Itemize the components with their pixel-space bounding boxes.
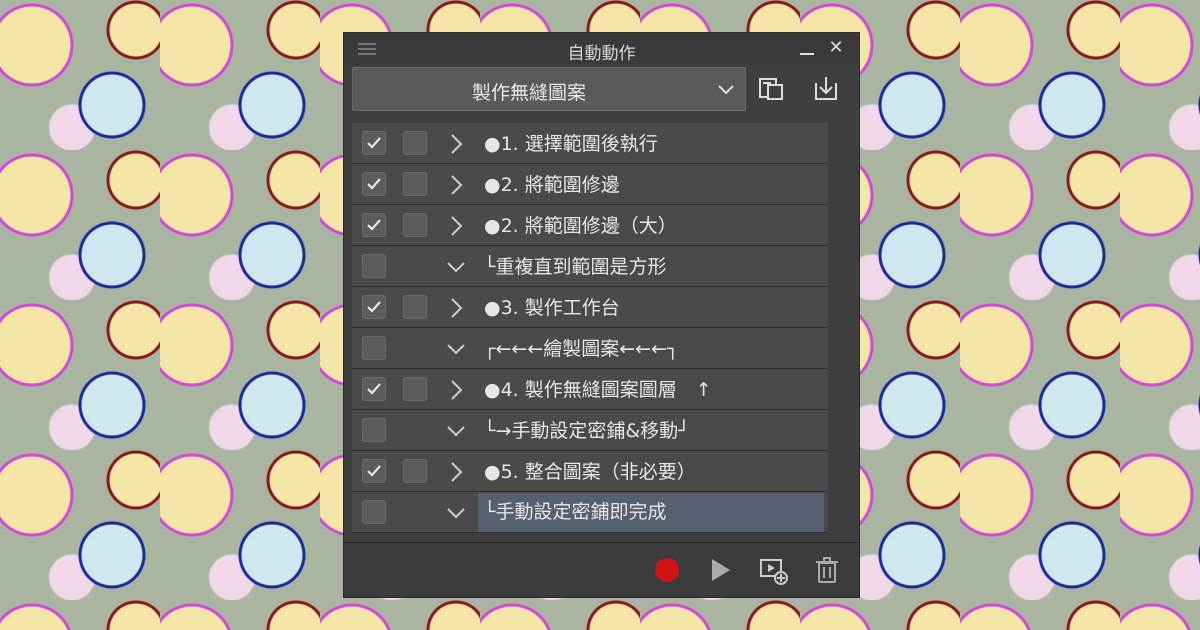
enable-checkbox[interactable] [362, 131, 386, 155]
action-row[interactable]: ●4. 製作無縫圖案圖層 ↑ [352, 369, 828, 410]
duplicate-set-icon [759, 78, 783, 100]
chevron-down-icon[interactable] [444, 419, 468, 443]
play-icon [712, 559, 730, 581]
enable-checkbox[interactable] [362, 172, 386, 196]
action-set-dropdown[interactable]: 製作無縫圖案 [352, 67, 746, 111]
dialog-toggle-checkbox[interactable] [403, 172, 427, 196]
chevron-down-icon [718, 85, 734, 95]
chevron-right-icon[interactable] [444, 378, 468, 402]
record-icon [655, 558, 679, 582]
action-label: └手動設定密鋪即完成 [478, 493, 824, 532]
action-label: ●2. 將範圍修邊 [484, 174, 620, 196]
checkmark-icon [367, 465, 381, 477]
add-action-icon [760, 559, 788, 585]
chevron-right-icon[interactable] [444, 173, 468, 197]
action-set-selected: 製作無縫圖案 [471, 82, 586, 104]
enable-checkbox[interactable] [362, 459, 386, 483]
trash-icon [816, 557, 838, 583]
chevron-right-icon[interactable] [444, 296, 468, 320]
action-label: ●4. 製作無縫圖案圖層 ↑ [484, 379, 712, 401]
chevron-right-icon[interactable] [444, 132, 468, 156]
import-icon [815, 77, 837, 100]
action-row[interactable]: ┌←←←繪製圖案←←←┐ [352, 328, 828, 369]
action-row[interactable]: ●2. 將範圍修邊（大） [352, 205, 828, 246]
action-row[interactable]: ●3. 製作工作台 [352, 287, 828, 328]
import-button[interactable] [810, 73, 842, 105]
action-row[interactable]: ●2. 將範圍修邊 [352, 164, 828, 205]
action-row[interactable]: └重複直到範圍是方形 [352, 246, 828, 287]
play-button[interactable] [706, 555, 736, 585]
action-list: ●1. 選擇範圍後執行 ●2. 將範圍修邊 ●2. 將範圍修邊（大） └重複直到範圍是… [352, 123, 828, 533]
add-action-button[interactable] [758, 555, 788, 585]
auto-action-panel: 自動動作 ✕ 製作無縫圖案 ●1. 選擇範圍後執行 ●2. 將範圍修邊 ●2. 將範… [343, 32, 860, 598]
dialog-toggle-checkbox[interactable] [403, 295, 427, 319]
action-row[interactable]: └→手動設定密鋪&移動┘ [352, 410, 828, 451]
chevron-down-icon[interactable] [444, 337, 468, 361]
enable-checkbox[interactable] [362, 213, 386, 237]
checkmark-icon [367, 383, 381, 395]
dialog-toggle-checkbox[interactable] [403, 213, 427, 237]
duplicate-set-button[interactable] [756, 73, 788, 105]
action-label: ●5. 整合圖案（非必要） [484, 461, 696, 483]
action-row[interactable]: ●5. 整合圖案（非必要） [352, 451, 828, 492]
checkmark-icon [367, 137, 381, 149]
action-row[interactable]: ●1. 選擇範圍後執行 [352, 123, 828, 164]
close-icon[interactable]: ✕ [827, 39, 845, 57]
minimize-icon[interactable] [799, 41, 815, 57]
checkmark-icon [367, 301, 381, 313]
dialog-toggle-checkbox[interactable] [403, 377, 427, 401]
action-label: └重複直到範圍是方形 [484, 256, 667, 278]
action-label: ●3. 製作工作台 [484, 297, 620, 319]
action-label: ●2. 將範圍修邊（大） [484, 215, 677, 237]
title-bar[interactable]: 自動動作 ✕ [344, 33, 859, 65]
action-label: ●1. 選擇範圍後執行 [484, 133, 658, 155]
enable-checkbox[interactable] [362, 336, 386, 360]
action-label: ┌←←←繪製圖案←←←┐ [484, 338, 679, 360]
enable-checkbox[interactable] [362, 418, 386, 442]
chevron-right-icon[interactable] [444, 214, 468, 238]
enable-checkbox[interactable] [362, 377, 386, 401]
checkmark-icon [367, 178, 381, 190]
dialog-toggle-checkbox[interactable] [403, 459, 427, 483]
panel-title: 自動動作 [567, 44, 636, 64]
chevron-right-icon[interactable] [444, 460, 468, 484]
checkmark-icon [367, 219, 381, 231]
action-label: └→手動設定密鋪&移動┘ [484, 420, 690, 442]
chevron-down-icon[interactable] [444, 501, 468, 525]
chevron-down-icon[interactable] [444, 255, 468, 279]
footer-toolbar [344, 542, 859, 597]
record-button[interactable] [652, 555, 682, 585]
delete-button[interactable] [812, 555, 842, 585]
enable-checkbox[interactable] [362, 295, 386, 319]
enable-checkbox[interactable] [362, 254, 386, 278]
dialog-toggle-checkbox[interactable] [403, 131, 427, 155]
enable-checkbox[interactable] [362, 500, 386, 524]
action-row[interactable]: └手動設定密鋪即完成 [352, 492, 828, 533]
